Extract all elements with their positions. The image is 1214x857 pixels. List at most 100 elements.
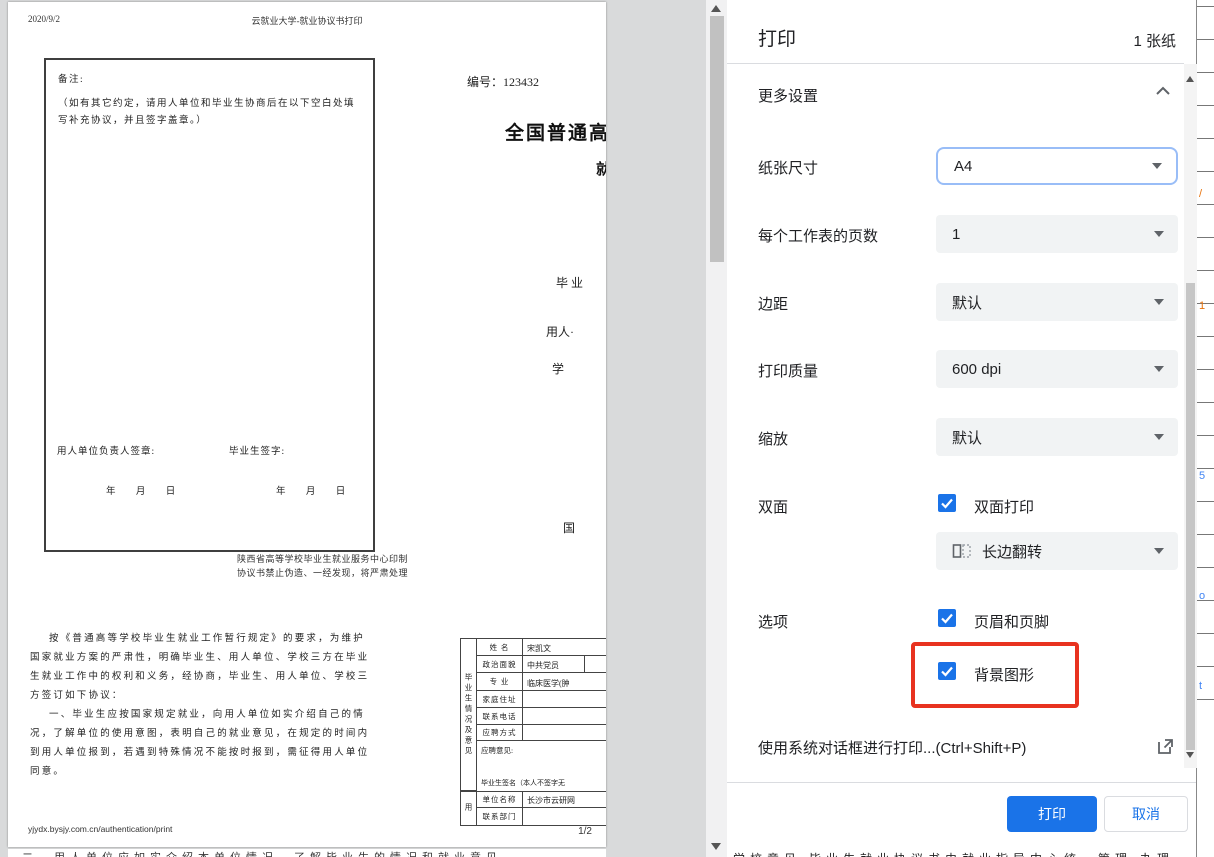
pages-per-sheet-select[interactable]: 1 [936,215,1178,253]
scroll-down-icon[interactable] [711,843,721,850]
flip-edge-value: 长边翻转 [982,541,1042,562]
background-graphics-checkbox[interactable] [938,662,956,680]
margins-select[interactable]: 默认 [936,283,1178,321]
table-border [523,672,606,673]
flip-long-edge-icon [952,543,972,559]
duplex-checkbox[interactable] [938,494,956,512]
caret-down-icon [1154,231,1164,237]
clipped-text-fragment: o [1199,590,1205,602]
table-row-label: 应聘方式 [477,725,523,741]
table-cell-major: 临床医学(肿 [527,678,570,689]
clipped-text-fragment: / [1199,188,1202,200]
serial-number: 编号：123432 [467,73,539,90]
graduate-info-table: 毕业生情况及意见 姓 名 政治面貌 专 业 家庭住址 联系电话 应聘方式 宋凯文… [460,638,606,826]
clipped-text-fragment: 5 [1199,470,1205,482]
preview-scrollbar[interactable] [706,0,727,857]
browser-print-screen: / 1 5 o t 学校意见 毕业生就业协议书由就业指导中心统一管理 办理相关手… [0,0,1214,857]
table-row-label: 联系电话 [477,708,523,725]
headers-footers-checkbox[interactable] [938,609,956,627]
stamp-line2: 协议书禁止伪造、一经发现，将严肃处理 [237,566,408,579]
duplex-label: 双面 [758,496,788,517]
preview-scrollbar-thumb[interactable] [710,16,724,262]
para-line: 到用人单位报到，若遇到特殊情况不能按时报到，需征得用人单位 [30,744,450,763]
table-row-label: 联系部门 [477,808,523,825]
open-in-new-icon[interactable] [1157,738,1174,760]
duplex-checkbox-label[interactable]: 双面打印 [974,496,1034,517]
remark-body: （如有其它约定，请用人单位和毕业生协商后在以下空白处填写补充协议，并且签字盖章。… [58,96,360,130]
more-settings-section[interactable]: 更多设置 [758,85,818,106]
table-sign-note: 毕业生签名（本人不签字无 [481,778,606,788]
table-border [523,724,606,725]
margins-label: 边距 [758,293,788,314]
pages-per-sheet-label: 每个工作表的页数 [758,225,878,246]
clipped-text-fragment: 1 [1199,300,1205,312]
flip-edge-select[interactable]: 长边翻转 [936,532,1178,570]
para-line: 同意。 [30,763,450,782]
table-border [523,655,606,656]
print-quality-value: 600 dpi [952,361,1001,378]
preview-page-2-sliver: 二、用人单位应如实介绍本单位情况，了解毕业生的情况和就业意见 [8,849,606,857]
stamp-line1: 陕西省高等学校毕业生就业服务中心印制 [237,552,408,565]
date-blanks: 年 月 日 [276,483,345,497]
table-border [584,656,585,673]
paper-size-label: 纸张尺寸 [758,157,818,178]
header-divider [727,63,1184,64]
options-label: 选项 [758,611,788,632]
para-line: 一、毕业生应按国家规定就业，向用人单位如实介绍自己的情 [30,706,450,725]
scroll-up-icon[interactable] [1186,76,1194,82]
remark-title: 备注: [58,72,84,89]
table-border [523,707,606,708]
headers-footers-checkbox-label[interactable]: 页眉和页脚 [974,611,1049,632]
scroll-down-icon[interactable] [1186,752,1194,758]
side-label-school: 学 [552,360,564,377]
sheet-count: 1 张纸 [1133,30,1176,51]
para-line: 国家就业方案的严肃性，明确毕业生、用人单位、学校三方在毕业 [30,649,450,668]
settings-scrollbar-thumb[interactable] [1186,283,1195,750]
cancel-button[interactable]: 取消 [1104,796,1188,832]
check-icon [940,611,954,625]
background-page-bottom-strip: 学校意见 毕业生就业协议书由就业指导中心统一管理 办理相关手续 [733,850,1183,857]
print-button[interactable]: 打印 [1007,796,1097,832]
table-row-label: 专 业 [477,673,523,691]
scale-label: 缩放 [758,428,788,449]
table-cell-politics: 中共党员 [527,660,559,671]
caret-down-icon [1154,434,1164,440]
print-quality-select[interactable]: 600 dpi [936,350,1178,388]
table-row-label: 姓 名 [477,639,523,656]
background-graphics-checkbox-label[interactable]: 背景图形 [974,664,1034,685]
caret-down-icon [1154,299,1164,305]
paper-size-value: A4 [954,158,972,175]
table-border [523,807,606,808]
table-row-label: 政治面貌 [477,656,523,673]
check-icon [940,664,954,678]
dialog-title: 打印 [758,24,796,51]
graduate-signature-label: 毕业生签字: [229,443,285,457]
pages-per-sheet-value: 1 [952,226,960,243]
table-cell-company: 长沙市云研网 [527,795,575,806]
agreement-paragraph: 按《普通高等学校毕业生就业工作暂行规定》的要求，为维护 国家就业方案的严肃性，明… [30,630,450,782]
scale-value: 默认 [952,427,982,448]
print-preview-pane: 2020/9/2 云就业大学-就业协议书打印 备注: （如有其它约定，请用人单位… [0,0,706,857]
check-icon [940,496,954,510]
caret-down-icon [1154,548,1164,554]
para-line: 况，了解单位的使用意图，表明自己的就业意见，在规定的时间内 [30,725,450,744]
side-label-graduate: 毕 业 [556,274,583,291]
table-opinion-label: 应聘意见: [481,745,513,756]
scale-select[interactable]: 默认 [936,418,1178,456]
table-cell-name: 宋凯文 [527,643,551,654]
scroll-up-icon[interactable] [711,5,721,12]
margins-value: 默认 [952,292,982,313]
table-row-label: 单位名称 [477,791,523,808]
para-line: 生就业工作中的权利和义务，经协商，毕业生、用人单位、学校三 [30,668,450,687]
document-title-clipped: 全国普通高 [505,118,606,145]
system-dialog-link[interactable]: 使用系统对话框进行打印...(Ctrl+Shift+P) [758,737,1026,758]
employer-signature-label: 用人单位负责人签章: [57,443,155,457]
footer-divider [727,782,1196,783]
date-blanks: 年 月 日 [106,483,175,497]
paper-size-select[interactable]: A4 [936,147,1178,185]
print-dialog-panel: 打印 1 张纸 更多设置 纸张尺寸 A4 每个工作表的页数 1 边距 默认 打印… [727,0,1196,850]
document-title-line2-clipped: 就 [596,158,606,179]
caret-down-icon [1152,163,1162,169]
chevron-up-icon[interactable] [1155,84,1171,102]
settings-scrollbar[interactable] [1184,64,1197,768]
